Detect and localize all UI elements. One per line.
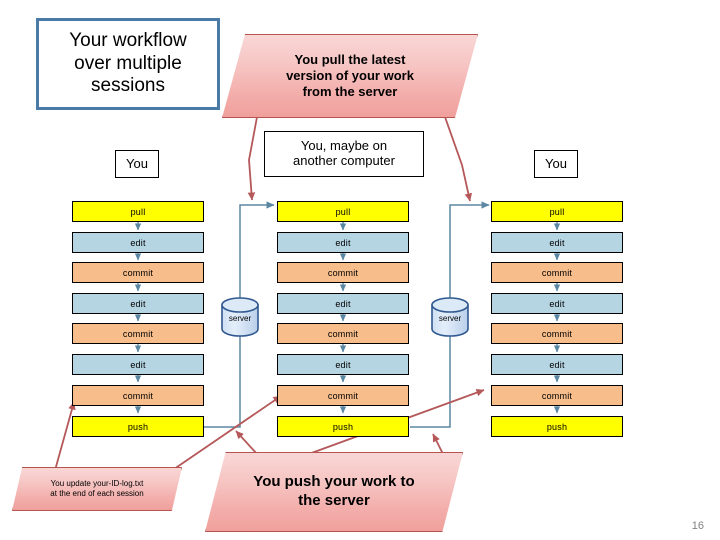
callout-push: You push your work to the server <box>205 452 463 532</box>
step-label: push <box>127 421 149 432</box>
step-session-2-push[interactable]: push <box>277 416 409 437</box>
server-left-label: server <box>228 313 252 323</box>
page-title: Your workflow over multiple sessions <box>36 18 220 110</box>
step-session-3-edit-3[interactable]: edit <box>491 354 623 375</box>
step-label: edit <box>549 359 565 370</box>
label-you-middle: You, maybe on another computer <box>264 131 424 177</box>
step-session-2-commit-1[interactable]: commit <box>277 262 409 283</box>
callout-pull-line-3: from the server <box>302 84 398 100</box>
label-you-right: You <box>534 150 578 178</box>
step-session-3-commit-2[interactable]: commit <box>491 323 623 344</box>
slide-canvas: Your workflow over multiple sessions You… <box>0 0 720 540</box>
server-left: server <box>212 298 268 338</box>
callout-pull-line-1: You pull the latest <box>294 51 406 67</box>
label-you-left: You <box>115 150 159 178</box>
server-right-label: server <box>438 313 462 323</box>
page-title-line-1: Your workflow <box>69 30 187 52</box>
step-session-3-commit-3[interactable]: commit <box>491 385 623 406</box>
step-label: commit <box>327 267 359 278</box>
step-label: edit <box>335 237 351 248</box>
step-label: edit <box>130 298 146 309</box>
step-label: edit <box>549 298 565 309</box>
step-session-3-edit-1[interactable]: edit <box>491 232 623 253</box>
step-session-2-edit-1[interactable]: edit <box>277 232 409 253</box>
step-label: edit <box>549 237 565 248</box>
page-title-line-3: sessions <box>91 75 165 97</box>
step-session-2-edit-2[interactable]: edit <box>277 293 409 314</box>
callout-pull: You pull the latest version of your work… <box>222 34 478 118</box>
step-label: commit <box>327 390 359 401</box>
step-label: pull <box>130 206 146 217</box>
step-label: push <box>332 421 354 432</box>
step-label: edit <box>130 237 146 248</box>
step-label: commit <box>122 328 154 339</box>
step-session-1-commit-1[interactable]: commit <box>72 262 204 283</box>
step-session-2-pull[interactable]: pull <box>277 201 409 222</box>
step-session-3-commit-1[interactable]: commit <box>491 262 623 283</box>
step-label: commit <box>541 328 573 339</box>
label-you-left-text: You <box>126 155 148 171</box>
step-label: push <box>546 421 568 432</box>
step-label: edit <box>130 359 146 370</box>
step-session-2-commit-2[interactable]: commit <box>277 323 409 344</box>
callout-pull-line-2: version of your work <box>286 67 414 83</box>
step-session-1-edit-2[interactable]: edit <box>72 293 204 314</box>
step-label: edit <box>335 359 351 370</box>
step-session-1-edit-1[interactable]: edit <box>72 232 204 253</box>
step-label: pull <box>335 206 351 217</box>
step-session-1-pull[interactable]: pull <box>72 201 204 222</box>
step-session-1-edit-3[interactable]: edit <box>72 354 204 375</box>
step-session-1-push[interactable]: push <box>72 416 204 437</box>
step-session-3-edit-2[interactable]: edit <box>491 293 623 314</box>
server-right: server <box>422 298 478 338</box>
step-label: commit <box>122 390 154 401</box>
step-label: pull <box>549 206 565 217</box>
step-session-3-push[interactable]: push <box>491 416 623 437</box>
callout-log-line-1: You update your-ID-log.txt <box>50 479 144 488</box>
page-title-line-2: over multiple <box>74 52 182 74</box>
step-session-1-commit-2[interactable]: commit <box>72 323 204 344</box>
step-session-2-commit-3[interactable]: commit <box>277 385 409 406</box>
step-session-1-commit-3[interactable]: commit <box>72 385 204 406</box>
step-label: commit <box>122 267 154 278</box>
page-number-text: 16 <box>691 520 704 532</box>
label-you-right-text: You <box>545 155 567 171</box>
page-number: 16 <box>692 520 704 532</box>
step-label: commit <box>541 390 573 401</box>
step-session-3-pull[interactable]: pull <box>491 201 623 222</box>
step-label: commit <box>541 267 573 278</box>
callout-log: You update your-ID-log.txt at the end of… <box>12 467 182 511</box>
callout-log-line-2: at the end of each session <box>50 489 144 498</box>
callout-push-line-2: the server <box>298 492 370 509</box>
step-label: edit <box>335 298 351 309</box>
step-label: commit <box>327 328 359 339</box>
step-session-2-edit-3[interactable]: edit <box>277 354 409 375</box>
label-you-middle-line-1: You, maybe on <box>300 138 388 154</box>
label-you-middle-line-2: another computer <box>293 153 395 168</box>
callout-push-line-1: You push your work to <box>253 473 415 491</box>
